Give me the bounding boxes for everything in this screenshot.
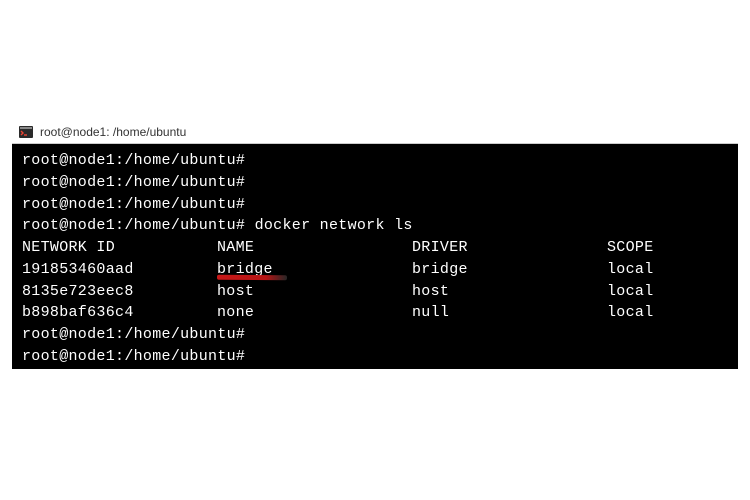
header-scope: SCOPE	[607, 237, 728, 259]
prompt-line-partial: root@node1:/home/ubuntu#	[22, 346, 728, 368]
header-network-id: NETWORK ID	[22, 237, 217, 259]
prompt: root@node1:/home/ubuntu#	[22, 326, 245, 343]
prompt-line: root@node1:/home/ubuntu#	[22, 194, 728, 216]
cell-scope: local	[607, 302, 728, 324]
cell-id: 8135e723eec8	[22, 281, 217, 303]
command-text: docker network ls	[255, 217, 413, 234]
command-line: root@node1:/home/ubuntu# docker network …	[22, 215, 728, 237]
prompt: root@node1:/home/ubuntu#	[22, 196, 245, 213]
prompt: root@node1:/home/ubuntu#	[22, 348, 245, 365]
table-row: 8135e723eec8hosthostlocal	[22, 281, 728, 303]
prompt-line: root@node1:/home/ubuntu#	[22, 172, 728, 194]
terminal-window: root@node1: /home/ubuntu root@node1:/hom…	[12, 120, 738, 369]
cell-id: b898baf636c4	[22, 302, 217, 324]
header-driver: DRIVER	[412, 237, 607, 259]
prompt-line: root@node1:/home/ubuntu#	[22, 150, 728, 172]
cell-id: 191853460aad	[22, 259, 217, 281]
table-header: NETWORK IDNAMEDRIVERSCOPE	[22, 237, 728, 259]
cell-name: bridge	[217, 259, 412, 281]
title-bar: root@node1: /home/ubuntu	[12, 120, 738, 144]
header-name: NAME	[217, 237, 412, 259]
prompt: root@node1:/home/ubuntu#	[22, 174, 245, 191]
cell-driver: host	[412, 281, 607, 303]
prompt-line: root@node1:/home/ubuntu#	[22, 324, 728, 346]
cell-name: host	[217, 281, 412, 303]
terminal-body[interactable]: root@node1:/home/ubuntu# root@node1:/hom…	[12, 144, 738, 369]
cell-scope: local	[607, 281, 728, 303]
cell-driver: bridge	[412, 259, 607, 281]
cell-driver: null	[412, 302, 607, 324]
prompt: root@node1:/home/ubuntu#	[22, 217, 245, 234]
container: root@node1: /home/ubuntu root@node1:/hom…	[0, 0, 750, 500]
prompt: root@node1:/home/ubuntu#	[22, 152, 245, 169]
table-row: b898baf636c4nonenulllocal	[22, 302, 728, 324]
table-row: 191853460aadbridgebridgelocal	[22, 259, 728, 281]
terminal-icon	[18, 124, 34, 140]
cell-name: none	[217, 302, 412, 324]
window-title: root@node1: /home/ubuntu	[40, 125, 186, 139]
cell-scope: local	[607, 259, 728, 281]
